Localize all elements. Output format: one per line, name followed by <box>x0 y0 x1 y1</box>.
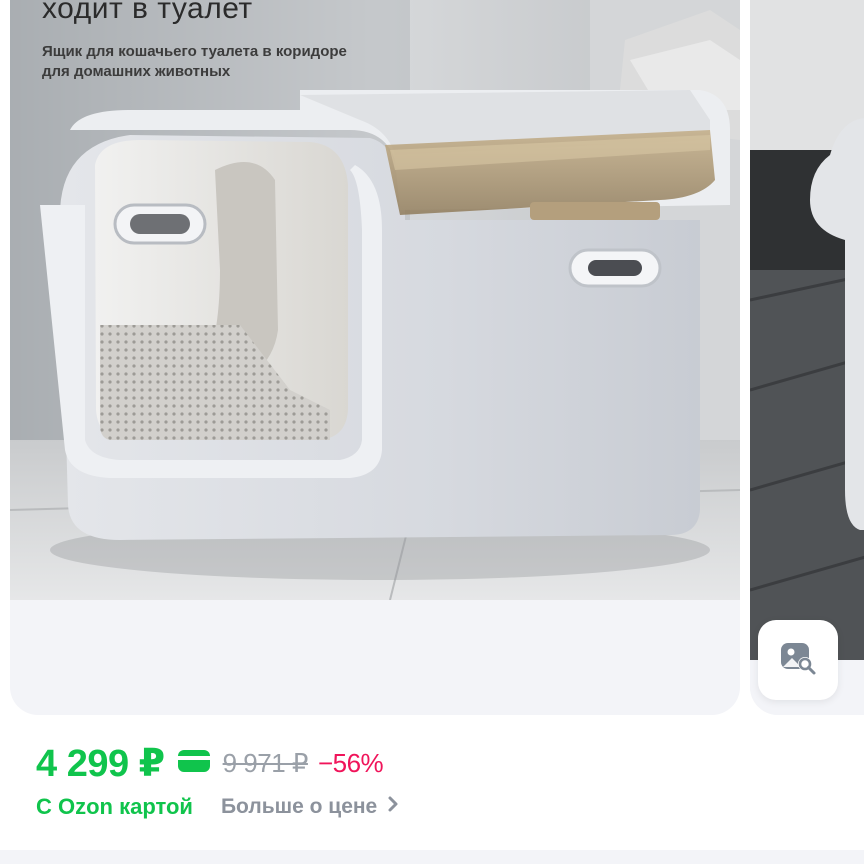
discount-badge: −56% <box>317 747 384 778</box>
product-gallery[interactable]: ходит в туалет Ящик для кошачьего туалет… <box>0 0 864 720</box>
more-about-price-link[interactable]: Больше о цене <box>221 795 399 819</box>
overlay-title: ходит в туалет <box>42 0 253 25</box>
more-about-price-label: Больше о цене <box>220 795 378 818</box>
image-search-button[interactable] <box>758 620 838 700</box>
price-row: 4 299 ₽ 9 971 ₽ −56% <box>36 738 384 788</box>
image-search-icon <box>778 638 818 683</box>
chevron-right-icon <box>387 795 399 819</box>
next-image-card[interactable] <box>750 0 864 715</box>
overlay-subtitle: Ящик для кошачьего туалета в коридоре дл… <box>42 43 347 80</box>
product-image-card[interactable]: ходит в туалет Ящик для кошачьего туалет… <box>10 0 740 715</box>
current-price: 4 299 ₽ <box>36 742 165 785</box>
ozon-card-label: С Ozon картой <box>36 794 193 819</box>
card-icon <box>177 748 211 779</box>
ozon-card-row: С Ozon картой Больше о цене <box>36 792 399 822</box>
section-divider <box>0 850 864 864</box>
product-photo[interactable]: ходит в туалет Ящик для кошачьего туалет… <box>10 0 740 600</box>
old-price: 9 971 ₽ <box>222 747 309 778</box>
